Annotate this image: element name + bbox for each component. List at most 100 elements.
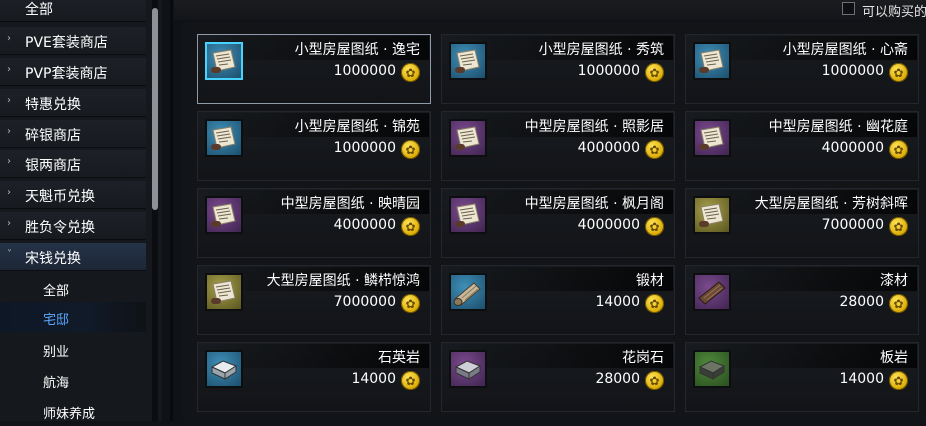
stone-block-icon[interactable] — [205, 350, 243, 388]
sidebar-item-silver-shop[interactable]: › 碎银商店 — [0, 120, 146, 148]
sidebar-item-label: 碎银商店 — [25, 128, 81, 144]
sidebar-item-tiankui-exchange[interactable]: › 天魁币兑换 — [0, 181, 146, 209]
product-price: 14000 — [351, 371, 396, 387]
sidebar-item-song-coin-exchange[interactable]: ˅ 宋钱兑换 — [0, 243, 146, 271]
product-card[interactable]: 小型房屋图纸 · 秀筑 1000000 ✿ — [441, 34, 675, 104]
sidebar-item-tael-shop[interactable]: › 银两商店 — [0, 150, 146, 178]
product-card[interactable]: 大型房屋图纸 · 芳树斜晖 7000000 ✿ — [685, 188, 919, 258]
product-card[interactable]: 大型房屋图纸 · 鳞栉惊鸿 7000000 ✿ — [197, 265, 431, 335]
product-price: 1000000 — [333, 63, 396, 79]
product-price: 7000000 — [333, 294, 396, 310]
gold-coin-icon: ✿ — [889, 140, 908, 159]
gold-coin-icon: ✿ — [889, 294, 908, 313]
gold-coin-icon: ✿ — [401, 63, 420, 82]
product-name: 中型房屋图纸 · 幽花庭 — [768, 119, 908, 135]
gold-coin-icon: ✿ — [645, 371, 664, 390]
product-card[interactable]: 小型房屋图纸 · 逸宅 1000000 ✿ — [197, 34, 431, 104]
product-card[interactable]: 锻材 14000 ✿ — [441, 265, 675, 335]
gold-coin-icon: ✿ — [401, 294, 420, 313]
subcategory-label: 师妹养成 — [43, 407, 96, 422]
blueprint-scroll-icon[interactable] — [449, 196, 487, 234]
subcategory-voyage[interactable]: 航海 — [0, 365, 146, 395]
chevron-right-icon: › — [7, 126, 11, 137]
product-name: 大型房屋图纸 · 芳树斜晖 — [754, 196, 908, 212]
gold-coin-icon: ✿ — [889, 371, 908, 390]
category-sidebar: 全部 › PVE套装商店 › PVP套装商店 › 特惠兑换 › 碎银商店 › 银… — [0, 0, 162, 422]
product-card[interactable]: 小型房屋图纸 · 心斋 1000000 ✿ — [685, 34, 919, 104]
product-card[interactable]: 漆材 28000 ✿ — [685, 265, 919, 335]
product-price: 28000 — [595, 371, 640, 387]
product-card[interactable]: 花岗石 28000 ✿ — [441, 342, 675, 412]
chevron-right-icon: › — [7, 218, 11, 229]
product-card[interactable]: 板岩 14000 ✿ — [685, 342, 919, 412]
top-bar — [174, 0, 926, 20]
lacquer-wood-icon[interactable] — [693, 273, 731, 311]
chevron-right-icon: › — [7, 156, 11, 167]
product-name: 小型房屋图纸 · 锦苑 — [294, 119, 420, 135]
product-card[interactable]: 小型房屋图纸 · 锦苑 1000000 ✿ — [197, 111, 431, 181]
blueprint-scroll-icon[interactable] — [693, 119, 731, 157]
blueprint-scroll-icon[interactable] — [205, 273, 243, 311]
sidebar-item-victory-token-exchange[interactable]: › 胜负令兑换 — [0, 212, 146, 240]
subcategory-all[interactable]: 全部 — [0, 273, 146, 303]
blueprint-scroll-icon[interactable] — [205, 42, 243, 80]
gold-coin-icon: ✿ — [401, 217, 420, 236]
subcategory-mansion[interactable]: 宅邸 — [0, 302, 146, 332]
subcategory-villa[interactable]: 别业 — [0, 334, 146, 364]
blueprint-scroll-icon[interactable] — [449, 42, 487, 80]
gold-coin-icon: ✿ — [645, 63, 664, 82]
sidebar-item-special-exchange[interactable]: › 特惠兑换 — [0, 89, 146, 117]
sidebar-item-label: 宋钱兑换 — [25, 251, 81, 267]
gold-coin-icon: ✿ — [401, 371, 420, 390]
purchasable-filter-checkbox[interactable] — [842, 2, 855, 15]
gold-coin-icon: ✿ — [401, 140, 420, 159]
product-name: 中型房屋图纸 · 照影居 — [524, 119, 664, 135]
product-price: 4000000 — [333, 217, 396, 233]
product-card[interactable]: 中型房屋图纸 · 幽花庭 4000000 ✿ — [685, 111, 919, 181]
stone-block-icon[interactable] — [449, 350, 487, 388]
sidebar-scrollbar-thumb[interactable] — [152, 8, 158, 210]
chevron-down-icon: ˅ — [7, 249, 12, 260]
panel-divider — [170, 0, 173, 421]
product-name: 小型房屋图纸 · 逸宅 — [294, 42, 420, 58]
product-name: 小型房屋图纸 · 秀筑 — [538, 42, 664, 58]
subcategory-label: 航海 — [43, 376, 70, 391]
timber-log-icon[interactable] — [449, 273, 487, 311]
product-price: 14000 — [595, 294, 640, 310]
product-name: 锻材 — [636, 273, 664, 289]
chevron-right-icon: › — [7, 64, 11, 75]
blueprint-scroll-icon[interactable] — [205, 119, 243, 157]
stone-block-icon[interactable] — [693, 350, 731, 388]
subcategory-label: 全部 — [43, 284, 70, 299]
gold-coin-icon: ✿ — [889, 63, 908, 82]
product-price: 4000000 — [821, 140, 884, 156]
chevron-right-icon: › — [7, 187, 11, 198]
sidebar-item-pve-set-shop[interactable]: › PVE套装商店 — [0, 27, 146, 55]
product-card[interactable]: 石英岩 14000 ✿ — [197, 342, 431, 412]
product-name: 中型房屋图纸 · 映晴园 — [280, 196, 420, 212]
product-card[interactable]: 中型房屋图纸 · 映晴园 4000000 ✿ — [197, 188, 431, 258]
product-card[interactable]: 中型房屋图纸 · 枫月阁 4000000 ✿ — [441, 188, 675, 258]
product-name: 漆材 — [880, 273, 908, 289]
blueprint-scroll-icon[interactable] — [205, 196, 243, 234]
subcategory-junior-sister[interactable]: 师妹养成 — [0, 396, 146, 426]
blueprint-scroll-icon[interactable] — [693, 42, 731, 80]
product-name: 板岩 — [880, 350, 908, 366]
product-price: 28000 — [839, 294, 884, 310]
sidebar-item-label: PVP套装商店 — [25, 66, 108, 82]
purchasable-filter-label: 可以购买的 — [862, 5, 926, 20]
product-name: 小型房屋图纸 · 心斋 — [782, 42, 908, 58]
gold-coin-icon: ✿ — [645, 294, 664, 313]
blueprint-scroll-icon[interactable] — [449, 119, 487, 157]
sidebar-item-pvp-set-shop[interactable]: › PVP套装商店 — [0, 58, 146, 86]
sidebar-item-all[interactable]: 全部 — [0, 0, 146, 22]
sidebar-item-label: 胜负令兑换 — [25, 220, 95, 236]
product-card[interactable]: 中型房屋图纸 · 照影居 4000000 ✿ — [441, 111, 675, 181]
gold-coin-icon: ✿ — [645, 140, 664, 159]
blueprint-scroll-icon[interactable] — [693, 196, 731, 234]
chevron-right-icon: › — [7, 95, 11, 106]
chevron-right-icon: › — [7, 33, 11, 44]
gold-coin-icon: ✿ — [645, 217, 664, 236]
product-name: 大型房屋图纸 · 鳞栉惊鸿 — [266, 273, 420, 289]
sidebar-item-label: 银两商店 — [25, 158, 81, 174]
